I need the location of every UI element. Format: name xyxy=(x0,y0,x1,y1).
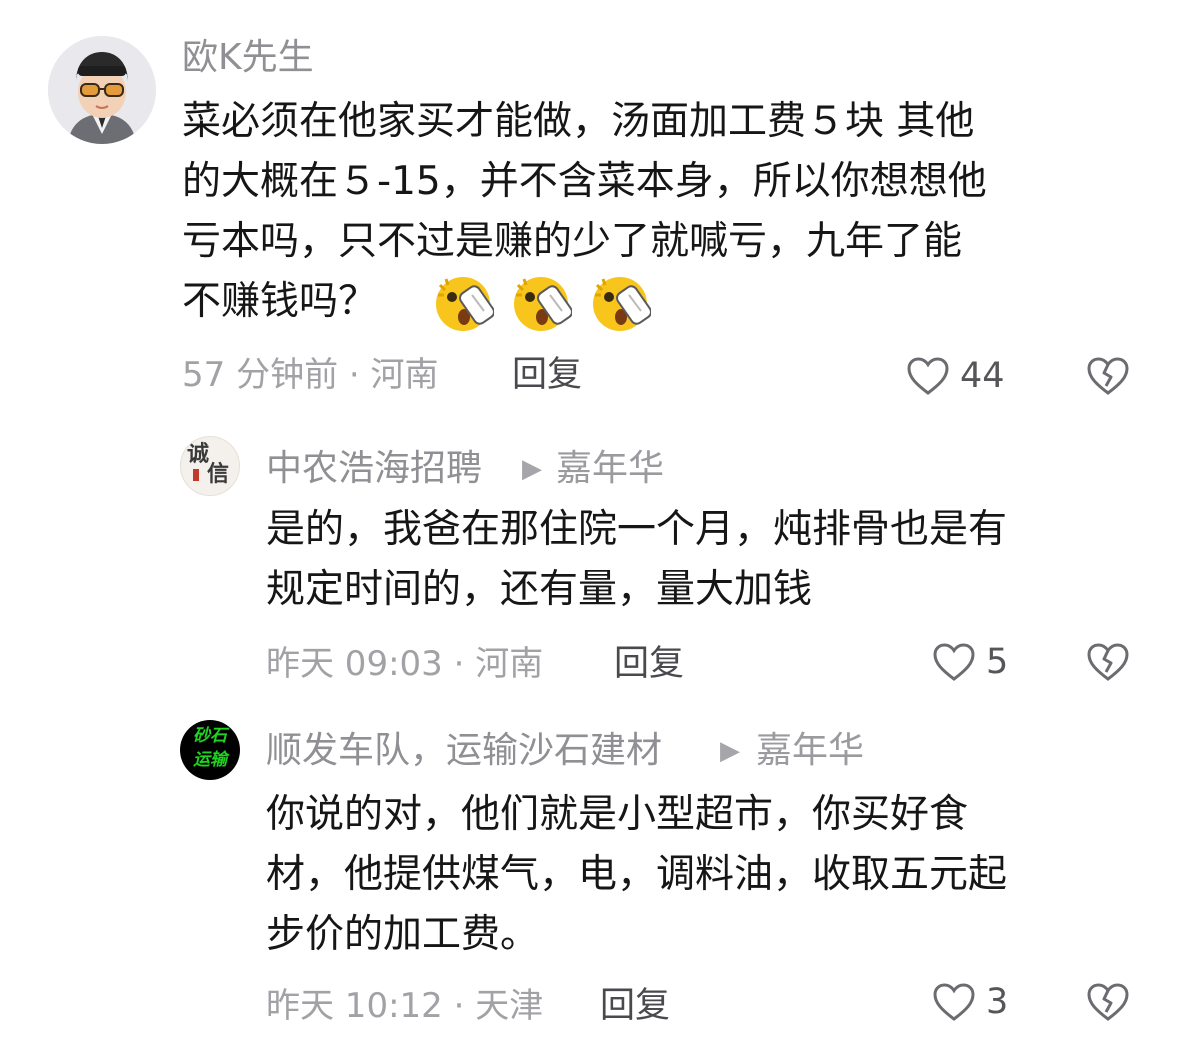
reply-line: 材，他提供煤气，电，调料油，收取五元起 xyxy=(266,852,1008,897)
comment-username[interactable]: 欧K先生 xyxy=(182,36,314,80)
comment-time-location: 57 分钟前 · 河南 xyxy=(182,355,439,395)
avatar-text: 砂石 xyxy=(193,726,227,746)
avatar-calligraphy: 信 xyxy=(207,461,230,487)
avatar[interactable]: 砂石 运输 xyxy=(180,720,240,780)
reply-button[interactable]: 回复 xyxy=(600,985,670,1027)
reply-target-badge[interactable]: 嘉年华 xyxy=(556,447,664,491)
surprised-face-emoji xyxy=(435,276,494,331)
comment-line: 不赚钱吗？ xyxy=(182,279,378,324)
avatar[interactable] xyxy=(48,36,156,144)
surprised-face-emoji xyxy=(592,276,651,331)
heart-outline-icon[interactable] xyxy=(932,642,976,682)
reply-target-badge[interactable]: 嘉年华 xyxy=(756,729,864,773)
comment-last-line: 不赚钱吗？ xyxy=(182,272,987,335)
broken-heart-icon[interactable] xyxy=(1086,356,1130,396)
avatar[interactable]: 诚 信 xyxy=(180,436,240,496)
broken-heart-icon[interactable] xyxy=(1086,642,1130,682)
play-triangle-icon: ▶ xyxy=(720,736,740,766)
like-count: 3 xyxy=(986,982,1009,1022)
reply-line: 规定时间的，还有量，量大加钱 xyxy=(266,567,813,612)
comment-line: 亏本吗，只不过是赚的少了就喊亏，九年了能 xyxy=(182,219,963,264)
broken-heart-icon[interactable] xyxy=(1086,982,1130,1022)
like-count: 5 xyxy=(986,642,1009,682)
reply-line: 你说的对，他们就是小型超市，你买好食 xyxy=(266,792,969,837)
reply-username[interactable]: 顺发车队，运输沙石建材 xyxy=(266,729,662,773)
reply-time-location: 昨天 10:12 · 天津 xyxy=(266,986,544,1026)
surprised-face-emoji xyxy=(514,276,573,331)
like-count: 44 xyxy=(960,356,1005,396)
comment-text: 菜必须在他家买才能做，汤面加工费５块 其他 的大概在５-15，并不含菜本身，所以… xyxy=(182,92,987,335)
reply-text: 是的，我爸在那住院一个月，炖排骨也是有 规定时间的，还有量，量大加钱 xyxy=(266,500,1007,620)
comment-line: 的大概在５-15，并不含菜本身，所以你想想他 xyxy=(182,159,987,204)
avatar-text: 运输 xyxy=(193,750,227,770)
comment-line: 菜必须在他家买才能做，汤面加工费５块 其他 xyxy=(182,99,975,144)
reply-username[interactable]: 中农浩海招聘 xyxy=(266,447,482,491)
reply-button[interactable]: 回复 xyxy=(614,643,684,685)
seal-stamp-icon xyxy=(193,469,199,481)
reply-text: 你说的对，他们就是小型超市，你买好食 材，他提供煤气，电，调料油，收取五元起 步… xyxy=(266,785,1007,965)
reply-time-location: 昨天 09:03 · 河南 xyxy=(266,644,544,684)
heart-outline-icon[interactable] xyxy=(906,356,950,396)
reply-button[interactable]: 回复 xyxy=(512,354,582,396)
avatar-illustration xyxy=(48,36,156,144)
play-triangle-icon: ▶ xyxy=(522,454,542,484)
avatar-calligraphy: 诚 xyxy=(187,441,210,467)
heart-outline-icon[interactable] xyxy=(932,982,976,1022)
reply-line: 步价的加工费。 xyxy=(266,912,540,957)
reply-line: 是的，我爸在那住院一个月，炖排骨也是有 xyxy=(266,507,1008,552)
